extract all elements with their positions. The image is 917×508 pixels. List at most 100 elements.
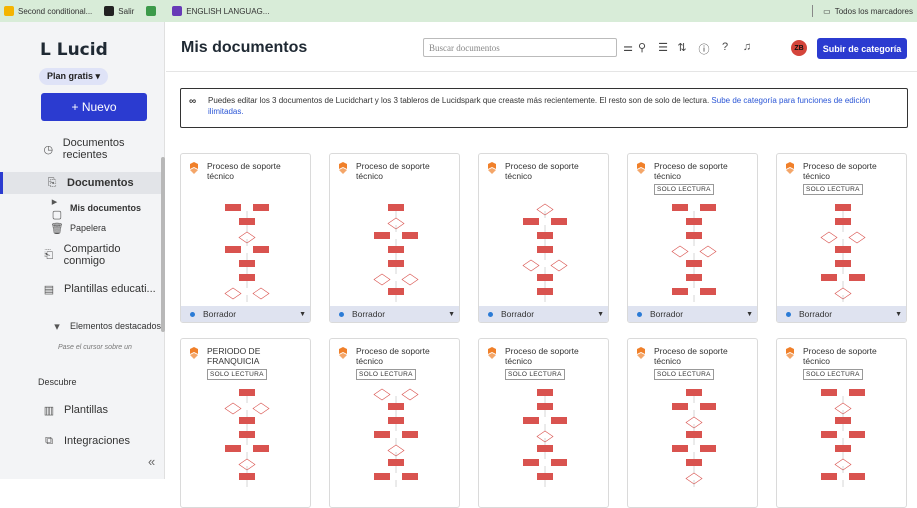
sidebar-item-7: Pase el cursor sobre un — [0, 336, 162, 358]
status-footer[interactable]: Borrador ▼ — [628, 306, 757, 322]
templates-icon: ▥ — [43, 404, 55, 417]
document-card[interactable]: Proceso de soporte técnico Borrador ▼ — [329, 153, 460, 323]
bell-icon[interactable]: ♫ — [740, 41, 754, 53]
search-icon[interactable]: ⚲ — [635, 41, 649, 54]
header: Mis documentos Buscar documentos ⚌ ⚲ ☰ ⇅… — [166, 22, 917, 72]
chevron-down-icon[interactable]: ▼ — [448, 311, 455, 318]
status-label: Borrador — [799, 309, 833, 319]
document-title[interactable]: Proceso de soporte técnico — [356, 161, 456, 181]
folder-icon: ▭ — [823, 6, 831, 16]
sidebar: L Lucid Plan gratis ▾ + Nuevo ◷ Documento… — [0, 22, 165, 479]
status-dot — [339, 311, 344, 317]
document-card[interactable]: Proceso de soporte técnico Borrador ▼ — [478, 153, 609, 323]
document-card[interactable]: Proceso de soporte técnico SOLO LECTURA Bo… — [627, 153, 758, 323]
lucidchart-icon — [637, 162, 645, 174]
sidebar-item-3[interactable]: 🗑 Papelera — [0, 217, 162, 239]
bookmark-label: ENGLISH LANGUAG... — [186, 6, 270, 16]
bookmark-1[interactable]: Salir — [104, 6, 134, 16]
google-slides-icon — [4, 6, 14, 16]
status-footer[interactable]: Borrador ▼ — [777, 306, 906, 322]
sidebar-item-label: Mis documentos — [70, 203, 142, 213]
search-input[interactable]: Buscar documentos — [423, 38, 617, 57]
lucid-logo[interactable]: L Lucid — [40, 40, 108, 60]
document-card[interactable]: Proceso de soporte técnico SOLO LECTURA — [478, 338, 609, 508]
sort-icon[interactable]: ⇅ — [675, 41, 689, 54]
status-footer[interactable]: Borrador ▼ — [330, 306, 459, 322]
document-title[interactable]: Proceso de soporte técnico — [803, 161, 903, 181]
bookmark-0[interactable]: Second conditional... — [4, 6, 92, 16]
document-card[interactable]: Proceso de soporte técnico SOLO LECTURA — [329, 338, 460, 508]
document-title[interactable]: Proceso de soporte técnico — [505, 161, 605, 181]
sidebar-item-5[interactable]: ▤ Plantillas educati... — [0, 278, 162, 300]
lucidchart-icon — [190, 347, 198, 359]
document-card[interactable]: Proceso de soporte técnico SOLO LECTURA — [776, 338, 907, 508]
chevron-down-icon[interactable]: ▼ — [895, 311, 902, 318]
sidebar-item-2[interactable]: ▸ ▢ Mis documentos — [0, 196, 162, 221]
bookmark-3[interactable]: ENGLISH LANGUAG... — [172, 6, 269, 16]
shared-icon: ⎗ — [44, 248, 54, 261]
diagram-thumbnail — [224, 204, 270, 302]
status-dot — [488, 311, 493, 317]
plan-badge[interactable]: Plan gratis ▾ — [39, 68, 109, 85]
chevron-down-icon: ▾ — [54, 320, 60, 333]
sidebar-item-label: Integraciones — [64, 435, 131, 447]
document-title[interactable]: Proceso de soporte técnico — [356, 346, 456, 366]
documents-icon: ⎘ — [47, 176, 57, 189]
diagram-thumbnail — [820, 204, 866, 302]
document-card[interactable]: PERIODO DE FRANQUICIA SOLO LECTURA — [180, 338, 311, 508]
document-card[interactable]: Proceso de soporte técnico Borrador ▼ — [180, 153, 311, 323]
avatar[interactable]: ZB — [791, 40, 807, 56]
filter-icon[interactable]: ⚌ — [621, 41, 635, 54]
document-title[interactable]: Proceso de soporte técnico — [654, 346, 754, 366]
lucidchart-icon — [786, 162, 794, 174]
sidebar-item-1[interactable]: ⎘ Documentos — [0, 172, 162, 194]
sidebar-item-4[interactable]: ⎗ Compartido conmigo — [0, 243, 162, 267]
info-icon[interactable]: ⓘ — [697, 41, 711, 57]
sidebar-item-9[interactable]: ▥ Plantillas — [0, 399, 162, 421]
help-icon[interactable]: ? — [718, 41, 732, 53]
document-title[interactable]: PERIODO DE FRANQUICIA — [207, 346, 307, 366]
bookmark-2[interactable] — [146, 6, 160, 16]
readonly-badge: SOLO LECTURA — [654, 369, 714, 380]
status-footer[interactable]: Borrador ▼ — [479, 306, 608, 322]
document-title[interactable]: Proceso de soporte técnico — [654, 161, 754, 181]
sidebar-item-10[interactable]: ⧉ Integraciones — [0, 430, 162, 452]
diagram-thumbnail — [523, 389, 567, 487]
sidebar-scrollbar[interactable] — [161, 157, 165, 332]
status-label: Borrador — [352, 309, 386, 319]
chevron-down-icon[interactable]: ▼ — [746, 311, 753, 318]
all-bookmarks[interactable]: ▭ Todos los marcadores — [812, 0, 913, 22]
document-card[interactable]: Proceso de soporte técnico SOLO LECTURA — [627, 338, 758, 508]
status-footer[interactable]: Borrador ▼ — [181, 306, 310, 322]
document-title[interactable]: Proceso de soporte técnico — [505, 346, 605, 366]
diagram-thumbnail — [522, 203, 568, 302]
sidebar-item-label: Documentos recientes — [62, 137, 125, 161]
collapse-sidebar-button[interactable]: « — [148, 454, 155, 469]
document-card[interactable]: Proceso de soporte técnico SOLO LECTURA Bo… — [776, 153, 907, 323]
forms-icon — [172, 6, 183, 16]
readonly-badge: SOLO LECTURA — [207, 369, 267, 380]
clock-icon: ◷ — [43, 143, 54, 156]
sidebar-item-6[interactable]: ▾ Elementos destacados — [0, 315, 162, 337]
bookmark-label: Second conditional... — [18, 6, 93, 16]
sidebar-item-label: Compartido conmigo — [63, 243, 121, 267]
integrations-icon: ⧉ — [45, 434, 53, 447]
lucidchart-icon — [786, 347, 794, 359]
document-title[interactable]: Proceso de soporte técnico — [207, 161, 307, 181]
upgrade-button[interactable]: Subir de categoría — [817, 38, 907, 59]
chevron-down-icon[interactable]: ▼ — [597, 311, 604, 318]
lucidchart-icon — [339, 162, 347, 174]
sidebar-item-0[interactable]: ◷ Documentos recientes — [0, 137, 162, 161]
notice-text: Puedes editar los 3 documentos de Lucidc… — [208, 96, 710, 105]
document-title[interactable]: Proceso de soporte técnico — [803, 346, 903, 366]
list-view-icon[interactable]: ☰ — [656, 41, 670, 54]
sidebar-item-label: Plantillas — [64, 404, 109, 416]
lucidchart-icon — [488, 347, 496, 359]
readonly-badge: SOLO LECTURA — [803, 184, 863, 195]
new-button[interactable]: + Nuevo — [41, 93, 147, 121]
chevron-down-icon[interactable]: ▼ — [299, 311, 306, 318]
status-label: Borrador — [650, 309, 684, 319]
diagram-thumbnail — [373, 388, 419, 487]
edit-limit-notice: ∞ Puedes editar los 3 documentos de Luci… — [180, 88, 908, 128]
sidebar-item-label: Elementos destacados — [70, 321, 162, 331]
